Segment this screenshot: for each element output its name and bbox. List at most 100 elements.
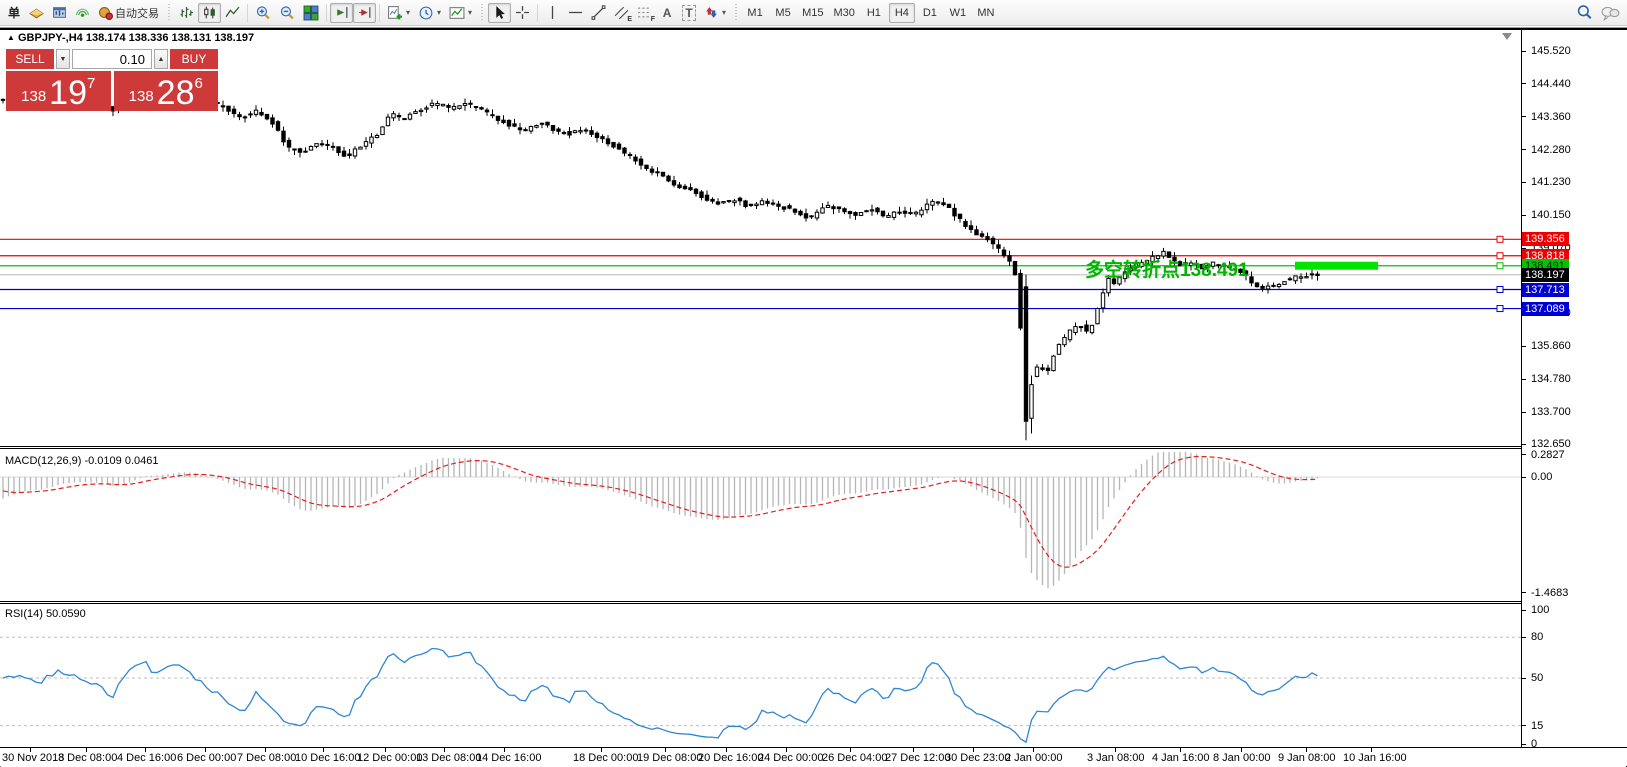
axis-tick-mark <box>1522 149 1526 150</box>
price-axis[interactable]: 145.520144.440143.360142.280141.230140.1… <box>1522 30 1627 747</box>
timeframe-m5[interactable]: M5 <box>770 3 796 23</box>
price-tick-label: -1.4683 <box>1531 587 1568 599</box>
dropdown-arrow-icon: ▾ <box>437 8 441 17</box>
timeframe-m1[interactable]: M1 <box>742 3 768 23</box>
line-handle[interactable] <box>1497 253 1503 259</box>
line-handle[interactable] <box>1497 236 1503 242</box>
axis-tick-mark <box>1522 215 1526 216</box>
chart-objects[interactable] <box>1295 236 1503 311</box>
trendline-tool[interactable] <box>587 3 610 23</box>
volume-increase-button[interactable]: ▲ <box>154 49 168 69</box>
timeframe-m30[interactable]: M30 <box>829 3 858 23</box>
zoom-in-button[interactable] <box>251 3 275 23</box>
rsi-canvas[interactable] <box>0 604 1521 747</box>
new-order-icon-button[interactable] <box>25 3 48 23</box>
chat-button[interactable] <box>1597 3 1624 23</box>
price-tick-label: 50 <box>1531 672 1543 684</box>
auto-scroll-button[interactable] <box>330 3 353 23</box>
fibonacci-tool[interactable]: F <box>633 3 656 23</box>
templates-button[interactable]: ▾ <box>445 3 476 23</box>
dropdown-arrow-icon: ▾ <box>468 8 472 17</box>
signals-button[interactable] <box>71 3 94 23</box>
time-tick-label: 9 Jan 08:00 <box>1278 752 1336 764</box>
vertical-line-icon <box>545 5 560 20</box>
search-button[interactable] <box>1572 3 1597 23</box>
timeframe-h4[interactable]: H4 <box>889 3 915 23</box>
crosshair-button[interactable] <box>511 3 534 23</box>
zoom-out-button[interactable] <box>275 3 299 23</box>
time-axis[interactable]: 30 Nov 20183 Dec 08:004 Dec 16:006 Dec 0… <box>0 748 1627 766</box>
toolbar-separator <box>379 4 380 22</box>
time-tick-label: 7 Dec 08:00 <box>237 752 296 764</box>
tile-windows-button[interactable] <box>299 3 323 23</box>
chart-shift-button[interactable] <box>353 3 376 23</box>
rsi-label: RSI(14) 50.0590 <box>5 608 86 620</box>
time-tick-label: 10 Jan 16:00 <box>1343 752 1407 764</box>
line-chart-button[interactable] <box>221 3 244 23</box>
chart-shift-marker-icon <box>1502 33 1512 40</box>
periods-button[interactable]: ▾ <box>414 3 445 23</box>
axis-tick-mark <box>1522 637 1526 638</box>
volume-decrease-button[interactable]: ▼ <box>56 49 70 69</box>
sell-price-sup: 7 <box>87 75 95 92</box>
axis-tick-mark <box>1522 83 1526 84</box>
timeframe-w1[interactable]: W1 <box>945 3 971 23</box>
candlestick-chart-icon <box>202 5 217 20</box>
clock-icon <box>418 5 434 21</box>
vertical-line-tool[interactable] <box>541 3 564 23</box>
new-order-button[interactable]: 单 <box>3 3 25 23</box>
sell-price-prefix: 138 <box>21 88 46 105</box>
price-chart-canvas[interactable] <box>0 30 1521 446</box>
text-tool[interactable]: A <box>656 3 678 23</box>
sell-button[interactable]: SELL <box>6 49 54 69</box>
toolbar: 单 自动交易 ▾ ▾ ▾ E F A T ▾ <box>0 0 1627 26</box>
dropdown-arrow-icon: ▾ <box>406 8 410 17</box>
buy-price-button[interactable]: 138 28 6 <box>114 71 219 111</box>
timeframe-m15[interactable]: M15 <box>798 3 827 23</box>
highlight-segment[interactable] <box>1295 262 1378 270</box>
price-tick-label: 140.150 <box>1531 209 1571 221</box>
indicators-button[interactable]: ▾ <box>383 3 414 23</box>
line-handle[interactable] <box>1497 263 1503 269</box>
price-line-badge: 137.713 <box>1522 283 1569 297</box>
timeframe-d1[interactable]: D1 <box>917 3 943 23</box>
toolbar-grip <box>733 4 739 22</box>
sell-price-big: 19 <box>49 79 87 108</box>
candlestick-chart-button[interactable] <box>198 3 221 23</box>
market-window-button[interactable] <box>48 3 71 23</box>
autotrading-button[interactable]: 自动交易 <box>94 3 163 23</box>
rsi-pane[interactable] <box>0 604 1521 747</box>
cursor-button[interactable] <box>488 3 511 23</box>
line-handle[interactable] <box>1497 306 1503 312</box>
toolbar-right-group <box>1572 3 1624 23</box>
sell-price-button[interactable]: 138 19 7 <box>6 71 111 111</box>
line-handle[interactable] <box>1497 287 1503 293</box>
price-chart-pane[interactable] <box>0 30 1521 446</box>
autotrading-icon <box>98 5 113 20</box>
horizontal-line-tool[interactable] <box>564 3 587 23</box>
price-tick-label: 133.700 <box>1531 406 1571 418</box>
current-price-badge: 138.197 <box>1522 268 1569 282</box>
bar-chart-button[interactable] <box>175 3 198 23</box>
text-tool-icon: A <box>663 6 672 20</box>
time-tick-label: 27 Dec 12:00 <box>885 752 950 764</box>
new-order-label: 单 <box>8 4 20 21</box>
horizontal-lines[interactable] <box>0 239 1521 308</box>
text-label-tool[interactable]: T <box>678 3 700 23</box>
axis-tick-mark <box>1522 610 1526 611</box>
price-tick-label: 142.280 <box>1531 144 1571 156</box>
trendline-icon <box>591 5 606 20</box>
volume-input[interactable]: 0.10 <box>72 49 152 69</box>
buy-button[interactable]: BUY <box>170 49 218 69</box>
chart-annotation-text[interactable]: 多空转折点138.491 <box>1085 255 1249 282</box>
timeframe-h1[interactable]: H1 <box>861 3 887 23</box>
macd-canvas[interactable] <box>0 449 1521 601</box>
arrows-tool[interactable]: ▾ <box>700 3 730 23</box>
axis-tick-mark <box>1522 678 1526 679</box>
time-tick-label: 20 Dec 16:00 <box>698 752 763 764</box>
channel-tool[interactable]: E <box>610 3 633 23</box>
price-line-badge: 139.356 <box>1522 232 1569 246</box>
macd-pane[interactable] <box>0 449 1521 601</box>
axis-tick-mark <box>1522 51 1526 52</box>
timeframe-mn[interactable]: MN <box>973 3 999 23</box>
